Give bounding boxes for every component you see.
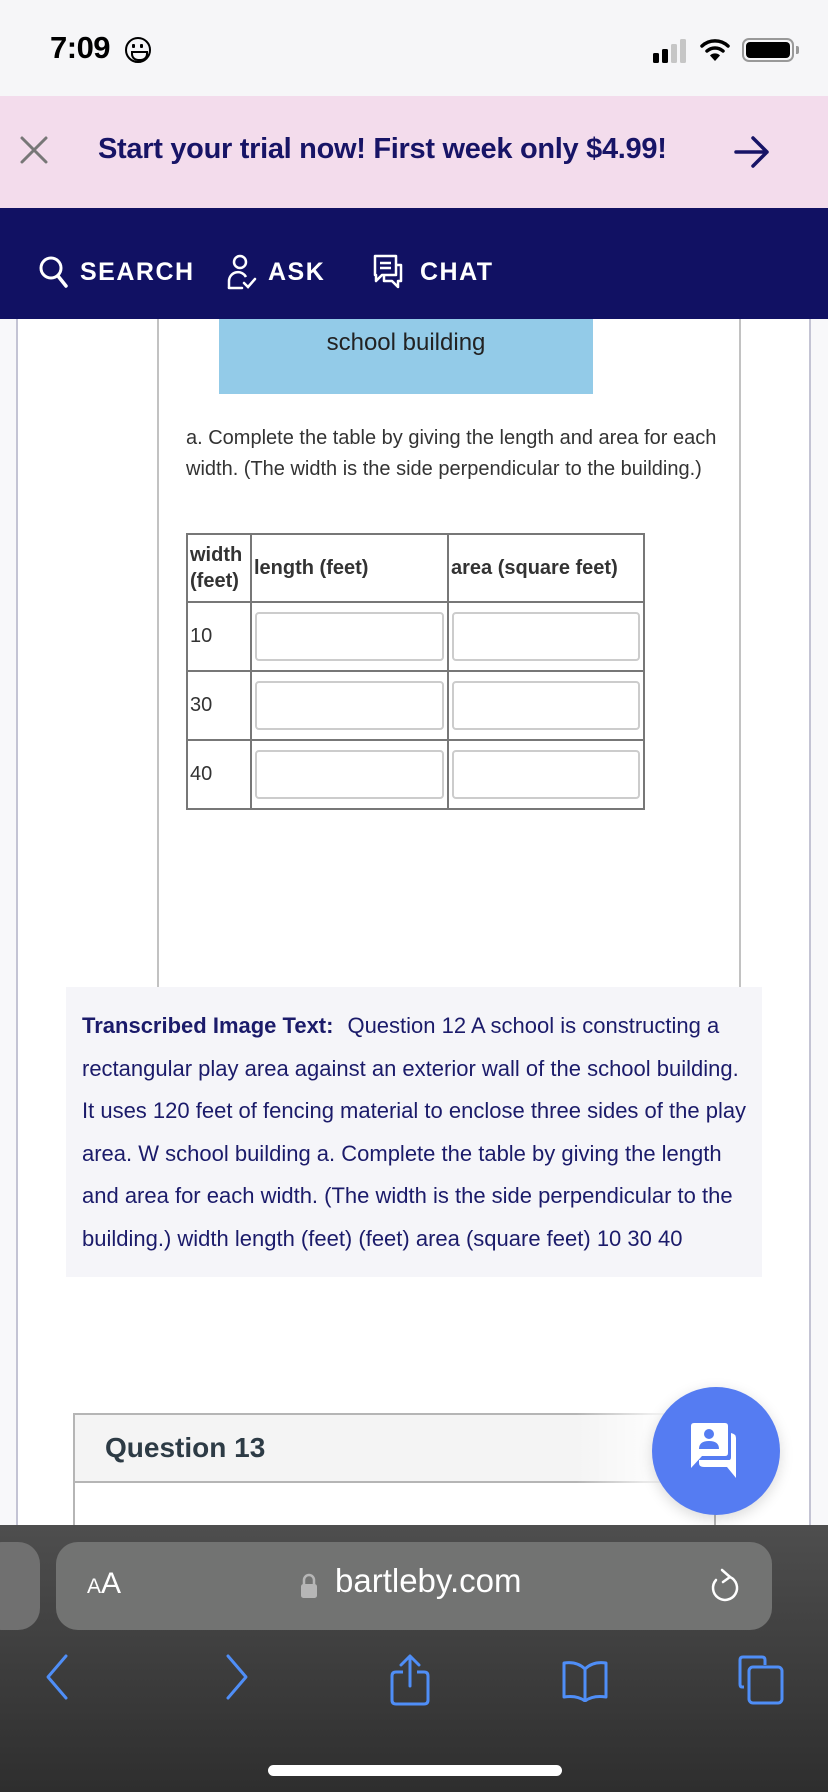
transcript-body: Question 12 A school is constructing a r… xyxy=(82,1013,747,1251)
nav-ask[interactable]: ASK xyxy=(226,252,325,292)
tutor-chat-icon xyxy=(691,1423,736,1478)
nav-ask-label: ASK xyxy=(268,257,326,286)
nav-chat-label: CHAT xyxy=(420,257,494,286)
question-13-title: Question 13 xyxy=(105,1432,266,1463)
width-cell: 10 xyxy=(186,601,252,672)
tutor-chat-button[interactable] xyxy=(652,1387,780,1515)
content-area: school building a. Complete the table by… xyxy=(0,319,828,1525)
nav-search-label: SEARCH xyxy=(80,257,195,286)
length-input[interactable] xyxy=(255,612,444,661)
answer-card: school building a. Complete the table by… xyxy=(16,319,811,1525)
chat-bubbles-icon xyxy=(373,254,403,289)
table-row: 10 xyxy=(186,601,645,672)
header-area: area (square feet) xyxy=(447,533,645,603)
reload-icon[interactable] xyxy=(708,1568,742,1604)
transcribed-text-box: Transcribed Image Text: Question 12 A sch… xyxy=(66,987,762,1277)
question-instruction: a. Complete the table by giving the leng… xyxy=(186,427,717,480)
width-cell: 30 xyxy=(186,670,252,741)
header-length: length (feet) xyxy=(250,533,449,603)
bookmarks-icon[interactable] xyxy=(560,1660,610,1702)
answer-table: width (feet) length (feet) area (square … xyxy=(186,533,645,810)
status-time: 7:09 xyxy=(50,30,111,65)
area-input[interactable] xyxy=(452,681,640,730)
arrow-right-icon[interactable] xyxy=(733,134,771,170)
person-check-icon xyxy=(227,254,257,290)
lock-icon xyxy=(301,1573,317,1598)
close-icon[interactable] xyxy=(18,134,50,166)
area-input[interactable] xyxy=(452,750,640,799)
back-icon[interactable] xyxy=(42,1652,72,1702)
table-header-row: width (feet) length (feet) area (square … xyxy=(186,533,645,603)
share-icon[interactable] xyxy=(388,1654,432,1706)
length-input[interactable] xyxy=(255,750,444,799)
promo-text[interactable]: Start your trial now! First week only $4… xyxy=(98,133,667,166)
length-input[interactable] xyxy=(255,681,444,730)
transcript-label: Transcribed Image Text: xyxy=(82,1013,334,1038)
nav-search[interactable]: SEARCH xyxy=(38,252,195,292)
area-input[interactable] xyxy=(452,612,640,661)
table-row: 40 xyxy=(186,739,645,810)
forward-icon[interactable] xyxy=(222,1652,252,1702)
question-13-card: Question 13 xyxy=(73,1413,716,1525)
smiley-face-icon xyxy=(125,37,151,63)
header-width: width (feet) xyxy=(186,533,252,603)
building-label: school building xyxy=(326,329,486,356)
text-size-button[interactable]: AA xyxy=(87,1567,121,1601)
home-indicator xyxy=(268,1765,562,1776)
search-icon xyxy=(39,256,68,288)
url-text[interactable]: bartleby.com xyxy=(335,1562,521,1600)
previous-tab[interactable] xyxy=(0,1542,40,1630)
status-bar: 7:09 xyxy=(0,0,828,96)
cellular-signal-icon xyxy=(653,39,693,63)
table-row: 30 xyxy=(186,670,645,741)
width-cell: 40 xyxy=(186,739,252,810)
school-building-diagram: school building xyxy=(219,319,593,394)
tabs-icon[interactable] xyxy=(738,1655,786,1705)
wifi-icon xyxy=(700,39,730,61)
nav-chat[interactable]: CHAT xyxy=(372,252,494,292)
battery-icon xyxy=(742,38,799,62)
